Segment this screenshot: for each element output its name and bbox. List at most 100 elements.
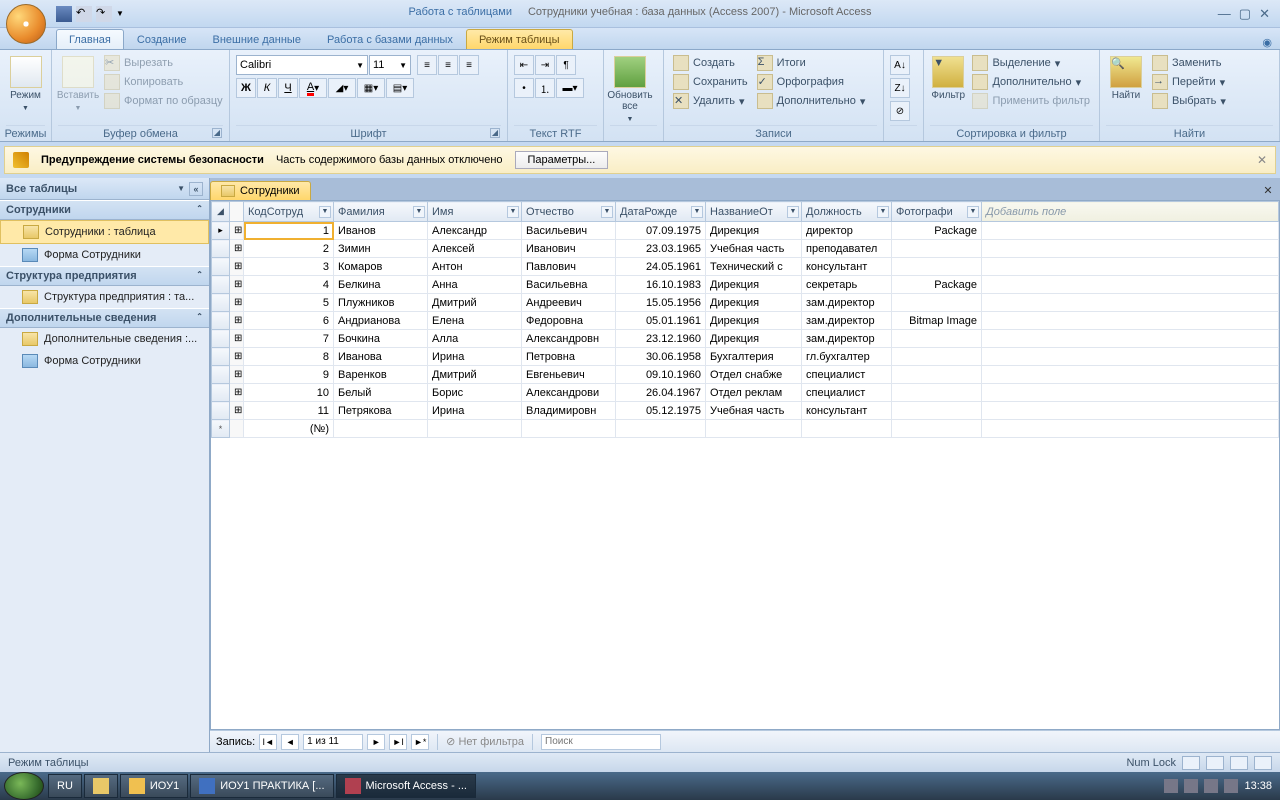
taskbar-item[interactable]: ИОУ1 (120, 774, 188, 798)
data-grid[interactable]: ◢ КодСотруд▼ Фамилия▼ Имя▼ Отчество▼ Дат… (211, 201, 1279, 438)
office-button[interactable] (6, 4, 46, 44)
goto-button[interactable]: →Перейти▾ (1149, 73, 1229, 91)
tab-create[interactable]: Создание (124, 29, 200, 49)
tray-icon[interactable] (1184, 779, 1198, 793)
tab-home[interactable]: Главная (56, 29, 124, 49)
tray-icon[interactable] (1224, 779, 1238, 793)
select-all-button[interactable]: ◢ (212, 202, 230, 222)
clock[interactable]: 13:38 (1244, 780, 1272, 792)
delete-record-button[interactable]: ✕Удалить▾ (670, 92, 751, 110)
clear-sort-button[interactable]: ⊘ (890, 101, 910, 121)
qat-dropdown-icon[interactable]: ▼ (116, 9, 124, 18)
tab-external[interactable]: Внешние данные (200, 29, 314, 49)
sort-asc-button[interactable]: A↓ (890, 55, 910, 75)
document-tab[interactable]: Сотрудники (210, 181, 311, 200)
save-icon[interactable] (56, 6, 72, 22)
align-left-button[interactable]: ≡ (417, 55, 437, 75)
nav-item-structure-table[interactable]: Структура предприятия : та... (0, 286, 209, 308)
nav-header[interactable]: Все таблицы▼« (0, 178, 209, 200)
select-button[interactable]: Выбрать▾ (1149, 92, 1229, 110)
clipboard-dialog-icon[interactable]: ◢ (212, 128, 222, 138)
ltr-button[interactable]: ¶ (556, 55, 576, 75)
font-name-combo[interactable]: Calibri▼ (236, 55, 368, 75)
format-painter-button[interactable]: Формат по образцу (101, 92, 226, 110)
redo-icon[interactable]: ↷ (96, 6, 112, 22)
copy-button[interactable]: Копировать (101, 73, 226, 91)
security-close-icon[interactable]: ✕ (1257, 153, 1267, 167)
security-options-button[interactable]: Параметры... (515, 151, 609, 169)
maximize-button[interactable]: ▢ (1239, 6, 1251, 22)
taskbar-item[interactable]: ИОУ1 ПРАКТИКА [... (190, 774, 333, 798)
view-button[interactable]: Режим▼ (6, 52, 45, 114)
align-center-button[interactable]: ≡ (438, 55, 458, 75)
table-row[interactable]: ⊞11ПетряковаИринаВладимировн05.12.1975Уч… (212, 402, 1279, 420)
nav-item-employees-table[interactable]: Сотрудники : таблица (0, 220, 209, 244)
last-record-button[interactable]: ►I (389, 734, 407, 750)
save-record-button[interactable]: Сохранить (670, 73, 751, 91)
table-row[interactable]: ⊞6АндриановаЕленаФедоровна05.01.1961Дире… (212, 312, 1279, 330)
taskbar-item[interactable] (84, 774, 118, 798)
bullets-button[interactable]: • (514, 78, 534, 98)
nav-group-additional[interactable]: Дополнительные сведения⌃ (0, 308, 209, 328)
view-design-button[interactable] (1254, 756, 1272, 770)
prev-record-button[interactable]: ◄ (281, 734, 299, 750)
table-row[interactable]: ▸⊞1ИвановАлександрВасильевич07.09.1975Ди… (212, 222, 1279, 240)
table-row[interactable]: ⊞5ПлужниковДмитрийАндреевич15.05.1956Дир… (212, 294, 1279, 312)
minimize-button[interactable]: — (1218, 6, 1231, 22)
document-close-icon[interactable]: ✕ (1260, 184, 1276, 200)
font-color-button[interactable]: А▾ (299, 78, 327, 98)
altcolor-button[interactable]: ▤▾ (386, 78, 414, 98)
tray-icon[interactable] (1204, 779, 1218, 793)
highlight-button[interactable]: ▬▾ (556, 78, 584, 98)
toggle-filter-button[interactable]: Применить фильтр (969, 92, 1093, 110)
filter-button[interactable]: ▼Фильтр (930, 52, 966, 101)
search-input[interactable] (541, 734, 661, 750)
close-button[interactable]: ✕ (1259, 6, 1270, 22)
font-dialog-icon[interactable]: ◢ (490, 128, 500, 138)
nav-item-additional-table[interactable]: Дополнительные сведения :... (0, 328, 209, 350)
new-record-nav-button[interactable]: ►* (411, 734, 429, 750)
selection-filter-button[interactable]: Выделение▾ (969, 54, 1093, 72)
underline-button[interactable]: Ч (278, 78, 298, 98)
nav-group-structure[interactable]: Структура предприятия⌃ (0, 266, 209, 286)
spelling-button[interactable]: ✓Орфография (754, 73, 869, 91)
find-button[interactable]: 🔍Найти (1106, 52, 1146, 101)
table-row[interactable]: ⊞10БелыйБорисАлександрови26.04.1967Отдел… (212, 384, 1279, 402)
nav-collapse-icon[interactable]: « (189, 182, 203, 196)
view-datasheet-button[interactable] (1182, 756, 1200, 770)
help-icon[interactable]: ◉ (1254, 36, 1280, 49)
column-header[interactable]: НазваниеОт▼ (706, 202, 802, 222)
table-row[interactable]: ⊞4БелкинаАннаВасильевна16.10.1983Дирекци… (212, 276, 1279, 294)
tray-icon[interactable] (1164, 779, 1178, 793)
table-row[interactable]: ⊞3КомаровАнтонПавлович24.05.1961Техничес… (212, 258, 1279, 276)
column-dropdown-icon[interactable]: ▼ (319, 206, 331, 218)
refresh-button[interactable]: Обновить все▼ (610, 52, 650, 125)
italic-button[interactable]: К (257, 78, 277, 98)
column-header[interactable]: Должность▼ (802, 202, 892, 222)
bold-button[interactable]: Ж (236, 78, 256, 98)
view-pivotchart-button[interactable] (1230, 756, 1248, 770)
column-header[interactable]: КодСотруд▼ (244, 202, 334, 222)
more-records-button[interactable]: Дополнительно▾ (754, 92, 869, 110)
undo-icon[interactable]: ↶ (76, 6, 92, 22)
nav-dropdown-icon[interactable]: ▼ (177, 184, 185, 193)
cut-button[interactable]: ✂Вырезать (101, 54, 226, 72)
totals-button[interactable]: ΣИтоги (754, 54, 869, 72)
fill-color-button[interactable]: ◢▾ (328, 78, 356, 98)
first-record-button[interactable]: I◄ (259, 734, 277, 750)
add-column[interactable]: Добавить поле (982, 202, 1279, 222)
taskbar-item-active[interactable]: Microsoft Access - ... (336, 774, 476, 798)
indent-inc-button[interactable]: ⇥ (535, 55, 555, 75)
nav-item-employees-form[interactable]: Форма Сотрудники (0, 244, 209, 266)
record-position-input[interactable] (303, 734, 363, 750)
numbering-button[interactable]: ⒈ (535, 78, 555, 98)
replace-button[interactable]: Заменить (1149, 54, 1229, 72)
column-header[interactable]: ДатаРожде▼ (616, 202, 706, 222)
nav-group-employees[interactable]: Сотрудники⌃ (0, 200, 209, 220)
start-button[interactable] (4, 772, 44, 800)
lang-indicator[interactable]: RU (48, 774, 82, 798)
new-record-button[interactable]: Создать (670, 54, 751, 72)
align-right-button[interactable]: ≡ (459, 55, 479, 75)
table-row[interactable]: ⊞7БочкинаАллаАлександровн23.12.1960Дирек… (212, 330, 1279, 348)
indent-dec-button[interactable]: ⇤ (514, 55, 534, 75)
